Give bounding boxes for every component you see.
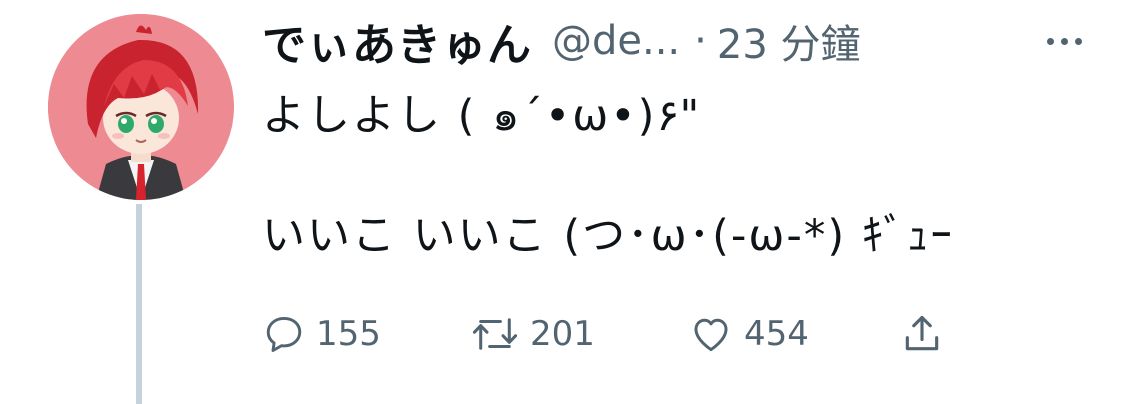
reply-icon — [266, 316, 302, 352]
more-horizontal-icon[interactable] — [1047, 31, 1082, 51]
avatar[interactable] — [48, 14, 234, 200]
retweet-icon — [472, 318, 518, 350]
reply-count: 155 — [316, 314, 381, 354]
display-name[interactable]: でぃあきゅん — [262, 9, 532, 73]
tweet-card[interactable]: でぃあきゅん @de... · 23 分鐘 よしよし ( ๑´•ω•)۶" いい… — [0, 0, 1125, 404]
heart-icon — [694, 318, 728, 352]
share-button[interactable] — [900, 306, 944, 362]
share-icon — [905, 315, 939, 351]
tweet-actions: 155 201 454 — [262, 306, 982, 362]
tweet-timestamp[interactable]: 23 分鐘 — [717, 12, 861, 70]
tweet-content: でぃあきゅん @de... · 23 分鐘 よしよし ( ๑´•ω•)۶" いい… — [262, 10, 1102, 266]
tweet-text: よしよし ( ๑´•ω•)۶" いいこ いいこ (つ･ω･(-ω-*) ｷﾞｭｰ — [262, 91, 954, 261]
like-button[interactable]: 454 — [688, 306, 809, 362]
retweet-count: 201 — [530, 314, 595, 354]
separator-dot: · — [694, 18, 707, 64]
like-count: 454 — [744, 314, 809, 354]
user-handle[interactable]: @de... — [552, 18, 680, 64]
avatar-column — [48, 14, 234, 404]
reply-button[interactable]: 155 — [262, 306, 381, 362]
thread-connector-line — [136, 204, 142, 404]
tweet-header: でぃあきゅん @de... · 23 分鐘 — [262, 10, 1102, 72]
avatar-illustration — [48, 14, 234, 200]
retweet-button[interactable]: 201 — [470, 306, 595, 362]
